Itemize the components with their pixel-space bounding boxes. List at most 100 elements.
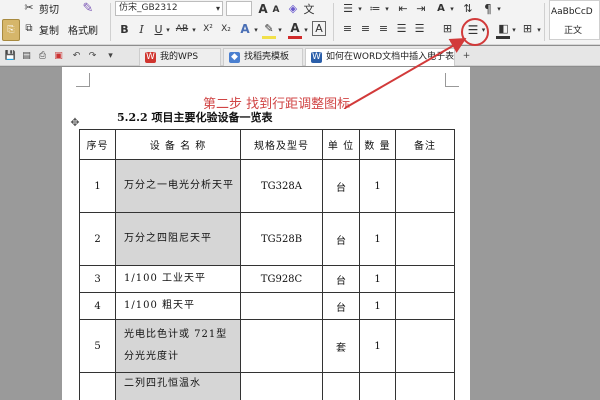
new-tab-icon[interactable]: + [460, 49, 473, 62]
table-cell-no[interactable]: 3 [79, 265, 116, 293]
table-cell-name[interactable]: 万分之四阻尼天平 [115, 212, 241, 266]
strikethrough-icon[interactable]: AB [174, 22, 190, 36]
borders-icon[interactable]: ⊞ [520, 21, 535, 36]
table-cell-no[interactable]: 5 [79, 319, 116, 373]
font-name-select[interactable]: 仿宋_GB2312 ▾ [115, 1, 223, 16]
format-painter-icon[interactable]: ✎ [80, 0, 96, 16]
table-cell-note[interactable] [395, 265, 455, 293]
table-cell-no[interactable]: 4 [79, 292, 116, 320]
table-cell-unit[interactable]: 台 [322, 292, 360, 320]
increase-indent-icon[interactable]: ⇥ [413, 1, 429, 16]
export-pdf-icon[interactable]: ▣ [52, 49, 65, 62]
chevron-down-icon[interactable]: ▾ [216, 2, 220, 15]
scissors-icon[interactable]: ✂ [22, 0, 36, 14]
paste-icon[interactable]: ⎘ [2, 19, 20, 41]
table-cell-spec[interactable]: TG928C [240, 265, 323, 293]
equipment-table[interactable]: 序号 设 备 名 称 规格及型号 单 位 数 量 备注 1 万分之一电光分析天平… [79, 129, 455, 400]
chevron-down-icon[interactable]: ▾ [104, 49, 117, 62]
table-cell-no[interactable]: 1 [79, 159, 116, 213]
chevron-down-icon[interactable]: ▾ [302, 24, 310, 36]
numbered-list-icon[interactable]: ≔ [367, 1, 383, 16]
document-page[interactable]: 第二步 找到行距调整图标 5.2.2 项目主要化验设备一览表 ✥ 序号 设 备 … [62, 67, 470, 400]
table-cell-spec[interactable]: TG528B [240, 212, 323, 266]
chevron-down-icon[interactable]: ▾ [276, 24, 284, 36]
bullet-list-icon[interactable]: ☰ [340, 1, 356, 16]
table-cell-qty[interactable]: 1 [359, 159, 396, 213]
table-cell-unit[interactable]: 台 [322, 159, 360, 213]
tab-docer-templates[interactable]: ◆ 找稻壳模板 [223, 48, 303, 66]
italic-icon[interactable]: I [135, 22, 148, 36]
chevron-down-icon[interactable]: ▾ [356, 3, 364, 15]
bold-icon[interactable]: B [118, 22, 131, 36]
table-cell-no[interactable]: 2 [79, 212, 116, 266]
align-center-icon[interactable]: ≡ [358, 21, 373, 36]
redo-icon[interactable]: ↷ [86, 49, 99, 62]
text-direction-icon[interactable]: ⊞ [440, 21, 455, 36]
chevron-down-icon[interactable]: ▾ [252, 24, 260, 36]
table-cell-spec[interactable]: TG328A [240, 159, 323, 213]
copy-button-label[interactable]: 复制 [39, 22, 59, 37]
format-painter-label[interactable]: 格式刷 [68, 22, 98, 37]
table-cell-spec[interactable] [240, 372, 323, 400]
clear-format-icon[interactable]: ◈ [286, 1, 300, 16]
cut-button-label[interactable]: 剪切 [39, 1, 59, 16]
print-icon[interactable]: ⎙ [36, 49, 49, 62]
sort-icon[interactable]: ⇅ [460, 1, 476, 16]
justify-icon[interactable]: ☰ [394, 21, 409, 36]
table-cell-qty[interactable]: 1 [359, 319, 396, 373]
table-header-cell[interactable]: 序号 [79, 129, 116, 160]
align-left-icon[interactable]: ≡ [340, 21, 355, 36]
font-color-icon[interactable]: A [288, 20, 302, 35]
superscript-icon[interactable]: X² [200, 22, 216, 36]
table-cell-qty[interactable]: 1 [359, 212, 396, 266]
chevron-down-icon[interactable]: ▾ [535, 24, 543, 36]
print-preview-icon[interactable]: ▤ [20, 49, 33, 62]
table-move-handle-icon[interactable]: ✥ [69, 117, 81, 129]
chevron-down-icon[interactable]: ▾ [383, 3, 391, 15]
table-cell-qty[interactable] [359, 372, 396, 400]
tab-current-document[interactable]: W 如何在WORD文档中插入电子表格.docx [305, 48, 455, 66]
table-cell-unit[interactable]: 台 [322, 212, 360, 266]
table-cell-spec[interactable] [240, 319, 323, 373]
show-marks-icon[interactable]: ¶ [480, 1, 496, 16]
table-header-cell[interactable]: 数 量 [359, 129, 396, 160]
table-cell-no[interactable] [79, 372, 116, 400]
wen-pinyin-icon[interactable]: 文 [302, 1, 316, 16]
table-cell-name[interactable]: 1/100 粗天平 [115, 292, 241, 320]
highlighter-icon[interactable]: ✎ [262, 21, 276, 36]
table-cell-name[interactable]: 光电比色计或 721型分光光度计 [115, 319, 241, 373]
table-cell-note[interactable] [395, 319, 455, 373]
text-effect-icon[interactable]: A [238, 21, 252, 36]
table-header-cell[interactable]: 规格及型号 [240, 129, 323, 160]
font-size-select[interactable] [226, 1, 252, 16]
table-cell-note[interactable] [395, 372, 455, 400]
decrease-indent-icon[interactable]: ⇤ [395, 1, 411, 16]
subscript-icon[interactable]: X₂ [218, 22, 234, 36]
font-grow-icon[interactable]: A [256, 1, 270, 16]
shading-icon[interactable]: ◧ [496, 21, 511, 36]
table-header-cell[interactable]: 单 位 [322, 129, 360, 160]
table-cell-unit[interactable]: 台 [322, 265, 360, 293]
table-cell-note[interactable] [395, 292, 455, 320]
table-cell-name[interactable]: 二列四孔恒温水 [115, 372, 241, 400]
chevron-down-icon[interactable]: ▾ [190, 24, 198, 36]
table-header-cell[interactable]: 设 备 名 称 [115, 129, 241, 160]
table-header-cell[interactable]: 备注 [395, 129, 455, 160]
font-shrink-icon[interactable]: A [270, 3, 282, 16]
chinese-layout-icon[interactable]: A [433, 1, 449, 16]
chevron-down-icon[interactable]: ▾ [164, 24, 172, 36]
distributed-align-icon[interactable]: ☰ [412, 21, 427, 36]
align-right-icon[interactable]: ≡ [376, 21, 391, 36]
table-cell-qty[interactable]: 1 [359, 265, 396, 293]
table-cell-note[interactable] [395, 212, 455, 266]
table-cell-unit[interactable] [322, 372, 360, 400]
table-cell-name[interactable]: 1/100 工业天平 [115, 265, 241, 293]
chevron-down-icon[interactable]: ▾ [510, 24, 518, 36]
table-cell-name[interactable]: 万分之一电光分析天平 [115, 159, 241, 213]
table-cell-unit[interactable]: 套 [322, 319, 360, 373]
chevron-down-icon[interactable]: ▾ [448, 3, 456, 15]
table-cell-spec[interactable] [240, 292, 323, 320]
copy-icon[interactable]: ⧉ [23, 22, 35, 34]
char-border-icon[interactable]: A [312, 21, 326, 36]
table-cell-qty[interactable]: 1 [359, 292, 396, 320]
